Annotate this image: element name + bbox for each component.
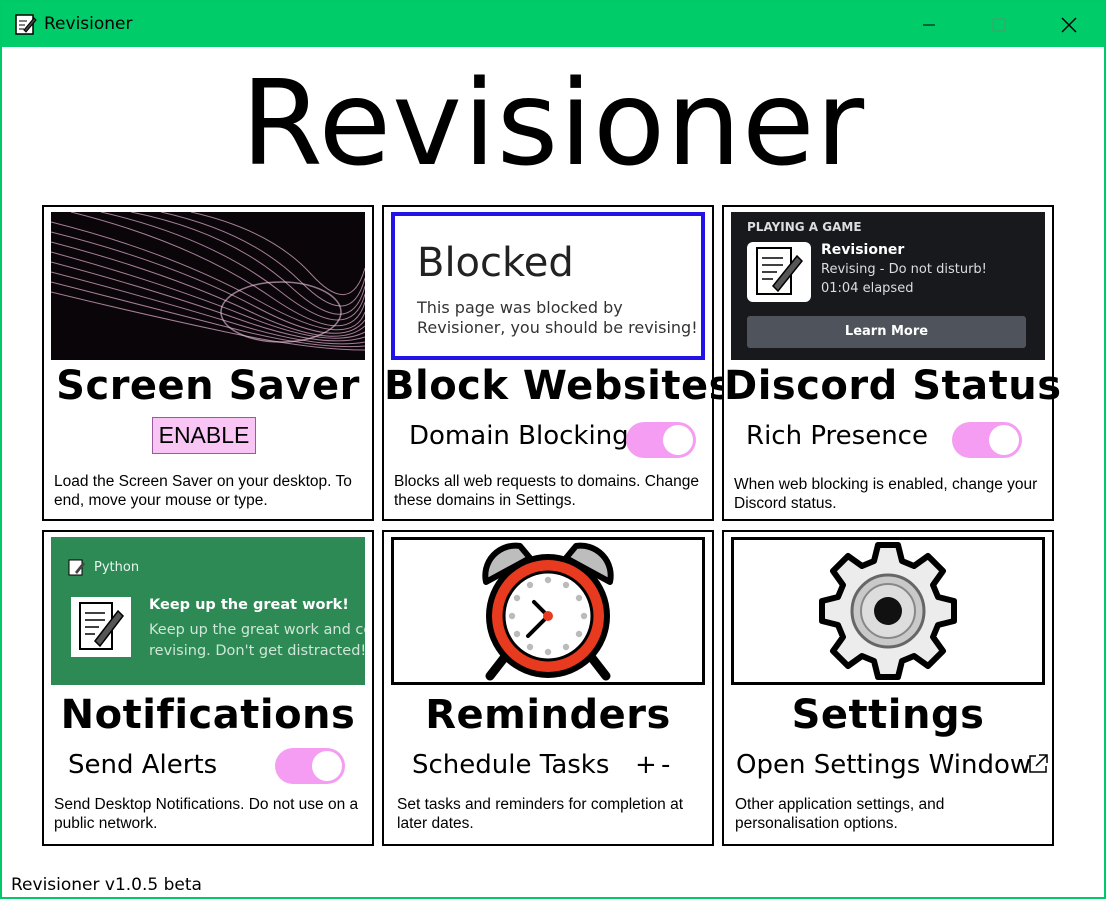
notification-body-line-1: Keep up the great work and co (149, 622, 365, 638)
minimize-icon (923, 24, 935, 25)
notification-source: Python (94, 560, 140, 575)
maximize-button[interactable] (964, 2, 1034, 47)
notifications-heading: Notifications (60, 692, 356, 738)
discord-learn-more-button: Learn More (747, 316, 1026, 348)
close-button[interactable] (1034, 2, 1104, 47)
notification-app-image (71, 597, 131, 657)
notepad-pencil-icon (15, 14, 37, 35)
notifications-card: Python Keep up the great work! Keep up t… (42, 530, 374, 846)
discord-elapsed: 01:04 elapsed (821, 281, 914, 296)
send-alerts-label: Send Alerts (68, 750, 218, 780)
notifications-description: Send Desktop Notifications. Do not use o… (54, 796, 359, 832)
discord-game-name: Revisioner (821, 242, 905, 258)
settings-preview (731, 537, 1045, 685)
block-websites-card: Blocked This page was blocked by Revisio… (382, 205, 733, 521)
screen-saver-preview (51, 212, 365, 360)
notifications-preview: Python Keep up the great work! Keep up t… (51, 537, 365, 685)
reminders-card: Reminders Schedule Tasks + - Set tasks a… (382, 530, 714, 846)
version-label: Revisioner v1.0.5 beta (11, 875, 202, 895)
settings-card: Settings Open Settings Window Other appl… (722, 530, 1054, 846)
notepad-pencil-icon (79, 602, 124, 650)
discord-game-art (747, 242, 811, 302)
external-link-icon[interactable] (1027, 753, 1049, 775)
screen-saver-card: Screen Saver ENABLE Load the Screen Save… (42, 205, 374, 521)
notification-title: Keep up the great work! (149, 597, 349, 613)
settings-heading: Settings (791, 692, 985, 738)
blocked-preview-text: This page was blocked by Revisioner, you… (417, 298, 698, 337)
block-websites-description: Blocks all web requests to domains. Chan… (394, 473, 699, 509)
reminders-heading: Reminders (425, 692, 671, 738)
minimize-button[interactable] (894, 2, 964, 47)
reminders-description: Set tasks and reminders for completion a… (397, 796, 684, 832)
toggle-knob (312, 751, 342, 781)
open-settings-window-link[interactable]: Open Settings Window (736, 750, 1031, 780)
app-title: Revisioner (240, 54, 866, 192)
domain-blocking-toggle[interactable] (626, 422, 696, 458)
window-title: Revisioner (44, 14, 133, 34)
block-websites-heading: Block Websites (384, 363, 733, 409)
toggle-knob (989, 425, 1019, 455)
rich-presence-toggle[interactable] (952, 422, 1022, 458)
block-websites-preview: Blocked This page was blocked by Revisio… (391, 212, 705, 360)
enable-screen-saver-button[interactable]: ENABLE (152, 417, 256, 454)
add-task-button[interactable]: + (635, 750, 657, 780)
discord-status-preview: PLAYING A GAME Revisioner Revising - Do … (731, 212, 1045, 360)
reminders-preview (391, 537, 705, 685)
discord-header: PLAYING A GAME (747, 220, 862, 234)
domain-blocking-label: Domain Blocking (409, 421, 629, 451)
alarm-clock-icon (482, 542, 614, 681)
discord-presence-panel: PLAYING A GAME Revisioner Revising - Do … (731, 212, 1045, 360)
send-alerts-toggle[interactable] (275, 748, 345, 784)
maximize-icon (992, 18, 1006, 31)
discord-status-description: When web blocking is enabled, change you… (734, 476, 1038, 512)
notepad-pencil-icon (68, 559, 85, 576)
close-icon (1061, 17, 1077, 32)
rich-presence-label: Rich Presence (746, 421, 928, 451)
screen-saver-swirl-image (51, 212, 365, 360)
screen-saver-description: Load the Screen Saver on your desktop. T… (54, 473, 352, 509)
toggle-knob (663, 425, 693, 455)
remove-task-button[interactable]: - (661, 750, 670, 780)
discord-status-heading: Discord Status (724, 363, 1062, 409)
app-window: Revisioner Revisioner Screen Saver ENABL… (0, 0, 1106, 899)
screen-saver-heading: Screen Saver (56, 363, 360, 409)
discord-game-detail: Revising - Do not disturb! (821, 262, 987, 277)
settings-description: Other application settings, and personal… (735, 796, 945, 832)
blocked-page-frame: Blocked This page was blocked by Revisio… (391, 212, 705, 360)
schedule-tasks-label: Schedule Tasks (412, 750, 610, 780)
gear-icon (819, 542, 957, 680)
discord-status-card: PLAYING A GAME Revisioner Revising - Do … (722, 205, 1062, 521)
blocked-preview-title: Blocked (417, 240, 574, 286)
toast-notification-preview: Python Keep up the great work! Keep up t… (51, 537, 365, 685)
notepad-pencil-icon (756, 247, 804, 295)
notification-body-line-2: revising. Don't get distracted! (149, 643, 365, 659)
title-bar[interactable]: Revisioner (2, 2, 1104, 47)
